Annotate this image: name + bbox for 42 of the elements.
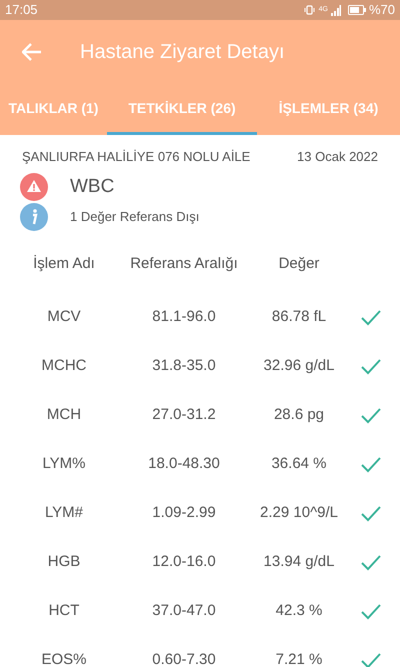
- table-cell-text: HGB: [46, 552, 82, 572]
- info-text: 1 Değer Referans Dışı: [70, 208, 200, 226]
- table-cell-text: 86.78 fL: [270, 307, 328, 328]
- table-cell-text: 42.3 %: [274, 601, 324, 622]
- table-cell-text: 2.29 10^9/L: [259, 503, 339, 524]
- table-cell-text: 32.96 g/dL: [262, 356, 336, 376]
- tab[interactable]: TALIKLAR (1): [0, 84, 107, 135]
- table-cell-text: LYM%: [41, 454, 87, 474]
- table-cell-text: MCH: [46, 405, 82, 426]
- table-cell-text: 81.1-96.0: [151, 307, 217, 328]
- facility-name: ŞANLIURFA HALİLİYE 076 NOLU AİLE: [22, 148, 250, 166]
- column-header: Referans Aralığı: [129, 254, 239, 274]
- warning-test-name: WBC: [70, 174, 114, 198]
- signal-icon: [330, 4, 341, 16]
- page-title: Hastane Ziyaret Detayı: [80, 40, 285, 65]
- battery-level: %70: [368, 1, 395, 20]
- tab[interactable]: TETKİKLER (26): [107, 84, 257, 135]
- table-cell-text: EOS%: [40, 650, 88, 667]
- status-time: 17:05: [5, 1, 38, 20]
- column-header: Değer: [278, 254, 320, 274]
- table-cell-text: 0.60-7.30: [151, 650, 217, 667]
- table-cell-text: 27.0-31.2: [151, 405, 217, 426]
- battery-icon: [348, 5, 366, 15]
- table-cell-text: MCV: [46, 307, 82, 328]
- column-header: İşlem Adı: [32, 254, 96, 274]
- table-cell-text: 36.64 %: [270, 454, 328, 474]
- table-cell-text: 12.0-16.0: [151, 552, 217, 572]
- table-cell-text: 13.94 g/dL: [262, 552, 336, 572]
- warning-icon: [20, 172, 48, 201]
- table-cell-text: 31.8-35.0: [151, 356, 217, 376]
- info-icon: [20, 203, 48, 231]
- table-cell-text: MCHC: [40, 356, 88, 376]
- table-cell-text: 1.09-2.99: [151, 503, 217, 524]
- table-cell-text: LYM#: [44, 503, 84, 524]
- table-cell-text: 7.21 %: [274, 650, 324, 667]
- table-cell-text: 37.0-47.0: [151, 601, 217, 622]
- table-cell-text: 18.0-48.30: [147, 454, 221, 474]
- tab[interactable]: İŞLEMLER (34): [257, 84, 400, 135]
- table-cell-text: 28.6 pg: [272, 405, 326, 426]
- table-cell-text: HCT: [48, 601, 80, 622]
- vibrate-icon: [304, 5, 315, 15]
- visit-date: 13 Ocak 2022: [297, 148, 378, 166]
